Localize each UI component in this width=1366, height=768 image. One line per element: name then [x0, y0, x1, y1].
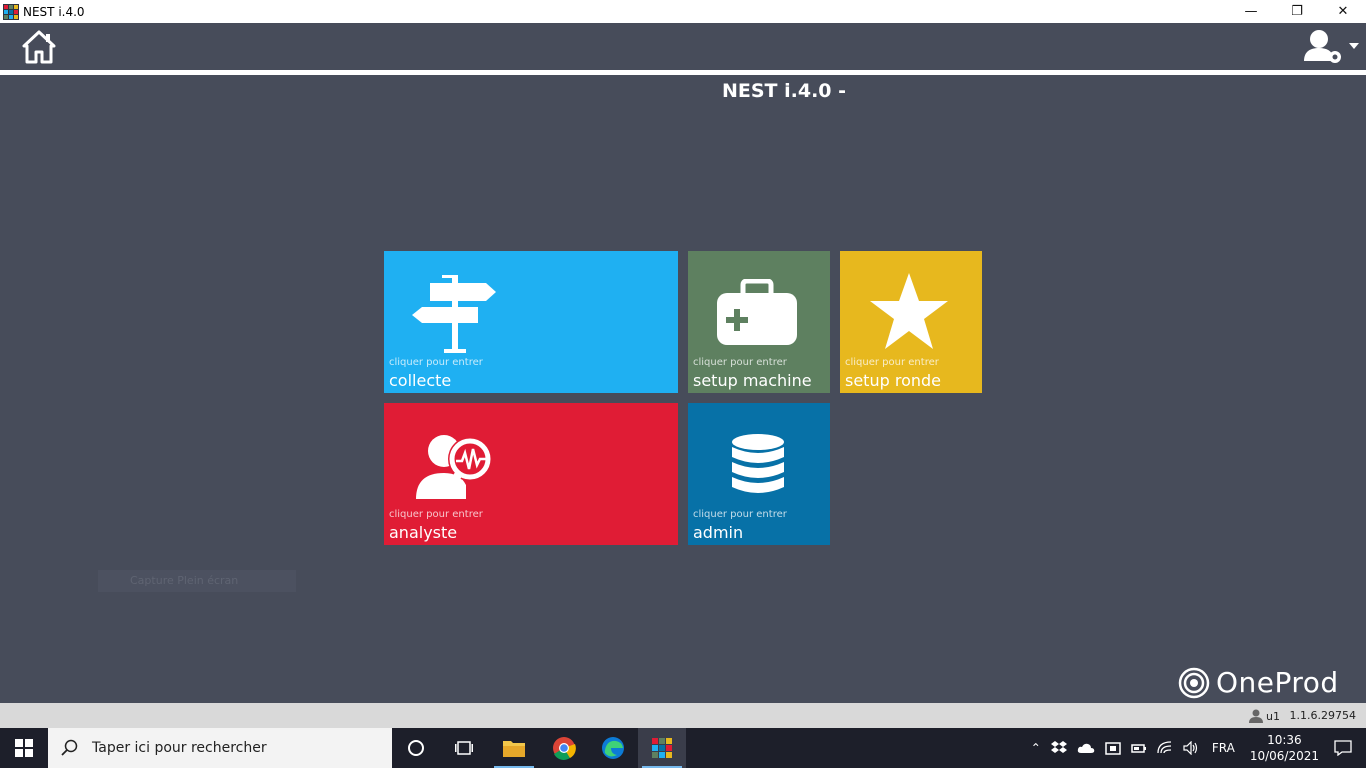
tile-label: setup ronde: [845, 371, 941, 390]
user-settings-button[interactable]: [1302, 27, 1362, 67]
database-icon: [732, 434, 784, 493]
oneprod-logo: OneProd: [1178, 666, 1339, 699]
edge-icon: [602, 737, 624, 759]
tile-hint: cliquer pour entrer: [693, 357, 787, 368]
app-header: [0, 23, 1366, 70]
onedrive-icon[interactable]: [1077, 742, 1095, 754]
search-placeholder: Taper ici pour rechercher: [92, 740, 267, 756]
nest-app-icon: [652, 738, 672, 758]
signpost-icon: [412, 275, 496, 353]
user-name: u1: [1266, 709, 1280, 723]
oneprod-logo-icon: [1178, 667, 1210, 698]
chrome-icon: [553, 737, 576, 760]
clock-time: 10:36: [1267, 733, 1302, 747]
window-titlebar: NEST i.4.0 — ❐ ✕: [0, 0, 1366, 23]
page-title: NEST i.4.0 -: [721, 80, 847, 102]
windows-icon: [15, 739, 33, 757]
tile-hint: cliquer pour entrer: [389, 509, 483, 520]
window-title: NEST i.4.0: [23, 4, 85, 19]
system-tray: ⌃ FRA 10:36 10/06/2021: [1026, 728, 1366, 768]
user-settings-icon: [1304, 30, 1359, 63]
tile-hint: cliquer pour entrer: [389, 357, 483, 368]
tile-hint: cliquer pour entrer: [845, 357, 939, 368]
close-button[interactable]: ✕: [1320, 0, 1366, 23]
edge-button[interactable]: [589, 728, 637, 768]
screen-capture-overlay: Capture Plein écran: [98, 570, 296, 592]
tile-setup-machine[interactable]: cliquer pour entrer setup machine: [688, 251, 830, 393]
file-explorer-button[interactable]: [490, 728, 538, 768]
tile-setup-ronde[interactable]: cliquer pour entrer setup ronde: [840, 251, 982, 393]
volume-icon[interactable]: [1183, 741, 1199, 755]
clock-date: 10/06/2021: [1249, 749, 1319, 763]
clock[interactable]: 10:36 10/06/2021: [1250, 732, 1319, 764]
restore-button[interactable]: ❐: [1274, 0, 1320, 23]
home-icon: [22, 30, 56, 64]
version-label: 1.1.6.29754: [1289, 709, 1356, 722]
home-button[interactable]: [22, 29, 56, 65]
battery-icon[interactable]: [1131, 742, 1147, 754]
tile-label: admin: [693, 523, 744, 542]
tile-label: analyste: [389, 523, 458, 542]
analyst-search-icon: [416, 435, 492, 499]
tile-collecte[interactable]: cliquer pour entrer collecte: [384, 251, 678, 393]
minimize-button[interactable]: —: [1228, 0, 1274, 23]
user-icon: [1249, 709, 1264, 723]
star-icon: [870, 273, 948, 349]
tile-admin[interactable]: cliquer pour entrer admin: [688, 403, 830, 545]
folder-icon: [503, 741, 525, 757]
logo-text: OneProd: [1216, 666, 1339, 699]
header-divider: [0, 70, 1366, 75]
medical-kit-icon: [717, 279, 797, 345]
tile-analyste[interactable]: cliquer pour entrer analyste: [384, 403, 678, 545]
app-icon: [3, 3, 19, 20]
taskbar-search[interactable]: Taper ici pour rechercher: [48, 728, 392, 768]
chrome-button[interactable]: [540, 728, 588, 768]
search-icon: [61, 739, 78, 756]
notifications-icon[interactable]: [1334, 740, 1352, 756]
cortana-icon: [408, 740, 424, 756]
tile-label: collecte: [389, 371, 452, 390]
dropbox-icon[interactable]: [1050, 741, 1067, 755]
wifi-icon[interactable]: [1157, 741, 1173, 755]
task-view-icon: [455, 741, 473, 755]
language-indicator[interactable]: FRA: [1212, 741, 1235, 755]
status-bar: u1 1.1.6.29754: [0, 703, 1366, 728]
cortana-button[interactable]: [392, 728, 440, 768]
task-view-button[interactable]: [440, 728, 488, 768]
nest-app-taskbar-button[interactable]: [638, 728, 686, 768]
tile-hint: cliquer pour entrer: [693, 509, 787, 520]
security-icon[interactable]: [1105, 741, 1121, 755]
current-user: u1: [1249, 709, 1280, 723]
start-button[interactable]: [0, 728, 48, 768]
chevron-up-icon[interactable]: ⌃: [1031, 741, 1041, 755]
taskbar: Taper ici pour rechercher ⌃ FRA 10:36 10…: [0, 728, 1366, 768]
tile-label: setup machine: [693, 371, 812, 390]
